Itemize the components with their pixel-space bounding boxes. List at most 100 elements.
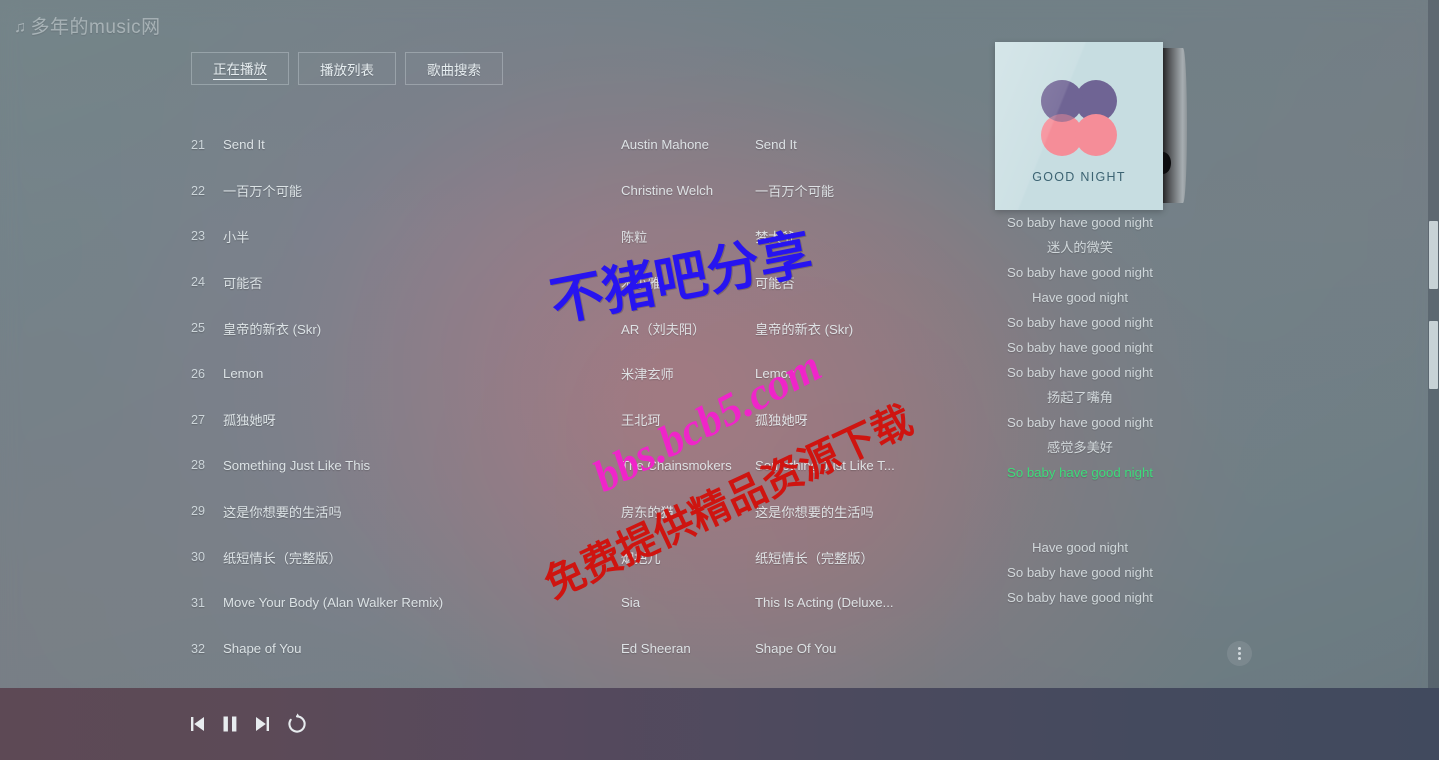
album-title: GOOD NIGHT <box>1032 170 1126 184</box>
table-row[interactable]: 29 这是你想要的生活吗 房东的猫 这是你想要的生活吗 <box>191 488 911 534</box>
lyric-line: So baby have good night <box>1007 265 1153 280</box>
previous-track-icon[interactable] <box>186 713 208 735</box>
lyric-line: So baby have good night <box>1007 340 1153 355</box>
track-artist: The Chainsmokers <box>621 457 732 473</box>
track-title: 孤独她呀 <box>223 413 276 429</box>
logo-circle-top-right <box>1075 80 1117 122</box>
track-title: Send It <box>223 137 265 153</box>
loop-repeat-icon[interactable] <box>285 712 309 736</box>
tab-label: 歌曲搜索 <box>427 62 481 78</box>
music-player-app: ♫ 多年的music网 正在播放 播放列表 歌曲搜索 21 Send It Austin … <box>0 0 1439 760</box>
tab-label: 播放列表 <box>320 62 374 78</box>
logo-circle-overlay <box>1041 80 1083 122</box>
lyric-line: 扬起了嘴角 <box>1047 390 1113 405</box>
tab-1[interactable]: 播放列表 <box>298 52 396 85</box>
logo-circle-bottom-right <box>1075 114 1117 156</box>
track-title: 皇帝的新衣 (Skr) <box>223 321 322 337</box>
pause-icon[interactable] <box>219 713 241 735</box>
table-row[interactable]: 32 Shape of You Ed Sheeran Shape Of You <box>191 626 911 672</box>
table-row[interactable]: 30 纸短情长（完整版） 烟把儿 纸短情长（完整版） <box>191 534 911 580</box>
table-row[interactable]: 24 可能否 木小雅 可能否 <box>191 259 911 305</box>
page-scrollbar-track[interactable] <box>1428 0 1439 688</box>
track-title: 纸短情长（完整版） <box>223 550 342 566</box>
track-artist: 王北珂 <box>621 413 661 429</box>
track-index: 31 <box>191 595 206 610</box>
lyric-line: So baby have good night <box>1007 565 1153 580</box>
table-row[interactable]: 23 小半 陈粒 梦大爷 <box>191 214 911 260</box>
track-album: 孤独她呀 <box>755 413 808 429</box>
track-index: 23 <box>191 229 206 244</box>
player-control-bar <box>0 688 1439 760</box>
album-cover: GOOD NIGHT <box>995 42 1163 210</box>
table-row[interactable]: 25 皇帝的新衣 (Skr) AR（刘夫阳） 皇帝的新衣 (Skr) <box>191 305 911 351</box>
lyric-line: Have good night <box>1031 540 1129 555</box>
track-title: 小半 <box>223 229 250 245</box>
track-artist: Sia <box>621 595 641 611</box>
lyric-line: So baby have good night <box>1007 315 1153 330</box>
track-index: 28 <box>191 458 206 473</box>
track-album: 纸短情长（完整版） <box>755 550 874 566</box>
table-row[interactable]: 27 孤独她呀 王北珂 孤独她呀 <box>191 397 911 443</box>
tab-label: 正在播放 <box>213 58 267 80</box>
table-row[interactable]: 22 一百万个可能 Christine Welch 一百万个可能 <box>191 168 911 214</box>
more-options-icon[interactable] <box>1227 641 1252 666</box>
table-row[interactable]: 31 Move Your Body (Alan Walker Remix) Sia T… <box>191 580 911 626</box>
track-album: Shape Of You <box>755 641 837 657</box>
track-index: 24 <box>191 275 206 290</box>
lyric-line: So baby have good night <box>1007 590 1153 605</box>
now-playing-panel: GOOD NIGHT <box>995 42 1230 210</box>
dot-3 <box>1238 657 1241 661</box>
track-artist: Ed Sheeran <box>621 641 691 657</box>
track-index: 30 <box>191 550 206 565</box>
table-row[interactable]: 28 Something Just Like This The Chainsmoke… <box>191 443 911 489</box>
track-artist: AR（刘夫阳） <box>621 321 706 337</box>
track-index: 22 <box>191 183 206 198</box>
track-title: 这是你想要的生活吗 <box>223 504 342 520</box>
lyric-line <box>995 510 1165 535</box>
track-index: 29 <box>191 504 206 519</box>
page-scrollbar-thumb[interactable] <box>1429 221 1438 289</box>
track-artist: Austin Mahone <box>621 137 709 153</box>
track-album: 这是你想要的生活吗 <box>755 504 874 520</box>
next-track-icon[interactable] <box>252 713 274 735</box>
track-album: Lemon <box>755 366 796 382</box>
track-album: This Is Acting (Deluxe... <box>755 595 894 611</box>
track-artist: Christine Welch <box>621 183 714 199</box>
tab-0[interactable]: 正在播放 <box>191 52 289 85</box>
track-title: 一百万个可能 <box>223 184 303 200</box>
logo-circle-top-left <box>1041 80 1083 122</box>
track-index: 21 <box>191 137 206 152</box>
lyric-line-active: So baby have good night <box>1007 465 1153 480</box>
track-title: Shape of You <box>223 641 302 657</box>
lyric-line: So baby have good night <box>1007 365 1153 380</box>
playback-controls <box>186 712 309 736</box>
dot-1 <box>1238 646 1241 650</box>
lyrics-panel[interactable]: So baby have good night 迷人的微笑 So baby have… <box>995 210 1165 640</box>
logo-circle-bottom-left <box>1041 114 1083 156</box>
album-cover-logo <box>1041 80 1117 156</box>
table-row[interactable]: 26 Lemon 米津玄师 Lemon <box>191 351 911 397</box>
music-note-icon: ♫ <box>14 19 27 36</box>
lyric-line: Have good night <box>1031 290 1129 305</box>
album-art-container[interactable]: GOOD NIGHT <box>995 42 1187 210</box>
lyric-line: 迷人的微笑 <box>1047 240 1113 255</box>
lyric-line <box>995 635 1165 640</box>
track-album: Send It <box>755 137 797 153</box>
site-logo-text: 多年的music网 <box>30 17 161 38</box>
track-artist: 房东的猫 <box>621 504 674 520</box>
track-title: Lemon <box>223 366 264 382</box>
track-title: Move Your Body (Alan Walker Remix) <box>223 595 444 611</box>
track-album: Something Just Like T... <box>755 457 895 473</box>
track-title: Something Just Like This <box>223 457 371 473</box>
track-artist: 烟把儿 <box>621 550 661 566</box>
track-album: 皇帝的新衣 (Skr) <box>755 321 854 337</box>
tab-2[interactable]: 歌曲搜索 <box>405 52 503 85</box>
lyric-line: So baby have good night <box>1007 215 1153 230</box>
track-index: 26 <box>191 366 206 381</box>
lyrics-scrollbar-thumb[interactable] <box>1429 321 1438 389</box>
site-logo[interactable]: ♫ 多年的music网 <box>14 12 161 39</box>
tab-bar: 正在播放 播放列表 歌曲搜索 <box>191 52 503 85</box>
lyric-line <box>995 610 1165 635</box>
table-row[interactable]: 21 Send It Austin Mahone Send It <box>191 122 911 168</box>
track-album: 一百万个可能 <box>755 184 835 200</box>
